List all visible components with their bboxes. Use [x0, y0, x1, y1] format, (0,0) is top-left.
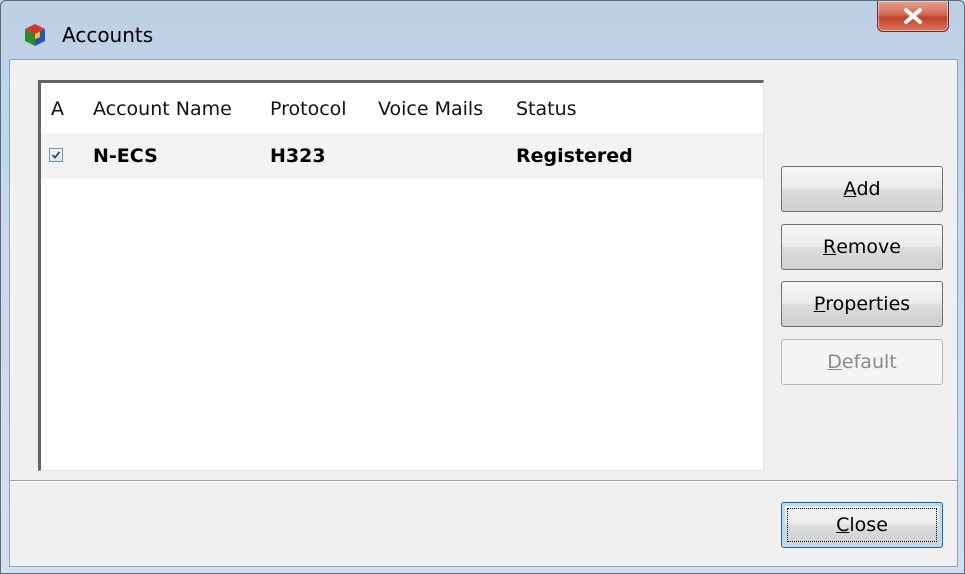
active-checkbox[interactable] [49, 148, 63, 162]
dialog-client-area: A Account Name Protocol Voice Mails Stat… [9, 59, 958, 567]
list-header: A Account Name Protocol Voice Mails Stat… [41, 83, 763, 131]
default-button: Default [781, 339, 943, 385]
default-button-access-key: D [827, 351, 842, 373]
title-bar[interactable]: Accounts [1, 1, 964, 59]
focus-rectangle [787, 508, 937, 542]
column-header-protocol[interactable]: Protocol [270, 98, 347, 120]
close-button[interactable]: Close [781, 502, 943, 548]
cell-protocol: H323 [270, 145, 326, 167]
cell-account-name: N-ECS [93, 145, 158, 167]
remove-button[interactable]: Remove [781, 224, 943, 270]
properties-button-label: roperties [825, 293, 911, 315]
cube-app-icon [23, 23, 47, 47]
add-button[interactable]: Add [781, 166, 943, 212]
column-header-account-name[interactable]: Account Name [93, 98, 232, 120]
divider [10, 480, 957, 482]
accounts-window: Accounts A Account Name Protocol Voice M… [0, 0, 965, 574]
add-button-label: dd [856, 178, 881, 200]
column-header-voice-mails[interactable]: Voice Mails [378, 98, 483, 120]
add-button-access-key: A [843, 178, 857, 200]
properties-button[interactable]: Properties [781, 281, 943, 327]
close-icon [904, 8, 922, 24]
checkbox-checked-icon [51, 151, 61, 159]
window-close-button[interactable] [877, 1, 949, 32]
column-header-active[interactable]: A [51, 98, 64, 120]
default-button-label: efault [841, 351, 897, 373]
cell-status: Registered [516, 145, 633, 167]
table-row[interactable]: N-ECS H323 Registered [41, 133, 763, 179]
column-header-status[interactable]: Status [516, 98, 577, 120]
window-title: Accounts [62, 23, 154, 47]
properties-button-access-key: P [813, 293, 826, 315]
remove-button-label: emove [836, 236, 901, 258]
remove-button-access-key: R [823, 236, 837, 258]
accounts-list[interactable]: A Account Name Protocol Voice Mails Stat… [38, 80, 764, 471]
